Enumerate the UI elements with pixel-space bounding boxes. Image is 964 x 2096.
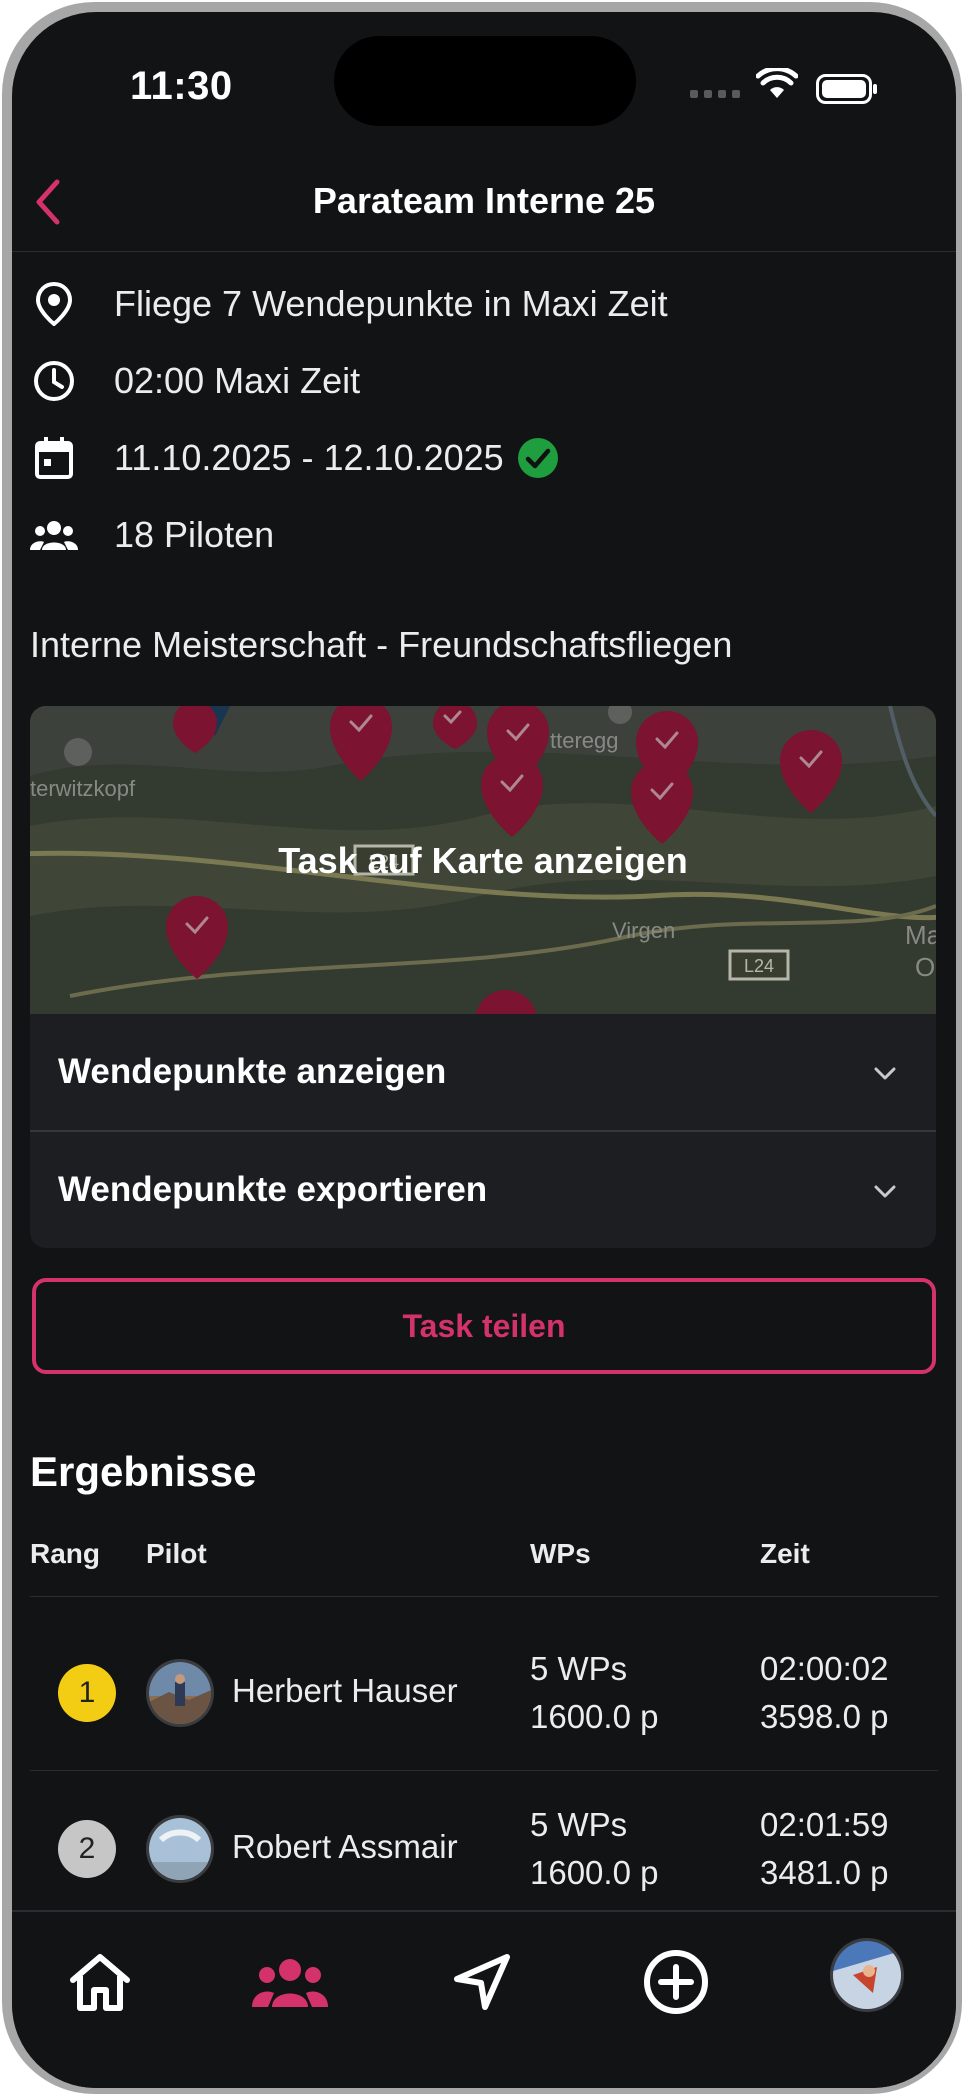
column-header-time: Zeit (760, 1538, 810, 1569)
column-header-rank: Rang (30, 1538, 100, 1569)
tab-groups[interactable] (250, 1942, 330, 2022)
rank-badge: 2 (58, 1820, 116, 1878)
pilot-name: Herbert Hauser (232, 1672, 458, 1709)
waypoints-points: 1600.0 p (530, 1698, 659, 1735)
avatar (146, 1815, 214, 1883)
tab-profile[interactable] (830, 1938, 904, 2012)
flight-time: 02:01:59 (760, 1806, 889, 1843)
rank-badge: 1 (58, 1664, 116, 1722)
tab-bar (12, 1910, 956, 2088)
tab-navigation[interactable] (442, 1942, 522, 2022)
date-range-text: 11.10.2025 - 12.10.2025 (114, 437, 504, 478)
task-card: L24 L24 terwitzkopf Virgen tteregg Ma Os (30, 706, 936, 1248)
flight-time: 02:00:02 (760, 1650, 889, 1687)
divider (30, 1770, 938, 1771)
tab-add[interactable] (636, 1942, 716, 2022)
dynamic-island (334, 36, 636, 126)
pilots-count-text: 18 Piloten (114, 514, 275, 555)
page-title: Parateam Interne 25 (312, 180, 656, 221)
column-header-waypoints: WPs (530, 1538, 591, 1569)
share-task-button[interactable]: Task teilen (32, 1278, 936, 1374)
avatar (146, 1659, 214, 1727)
waypoints-count: 5 WPs (530, 1650, 628, 1687)
clock-icon (30, 357, 78, 405)
tab-home[interactable] (60, 1942, 140, 2022)
profile-avatar (833, 1941, 901, 2009)
device-frame: 11:30 Parateam Interne 25 Fliege 7 Wende… (2, 2, 962, 2094)
add-circle-icon (644, 1950, 708, 2014)
column-header-pilot: Pilot (146, 1538, 207, 1569)
cellular-signal-icon (690, 90, 740, 98)
check-circle-icon (517, 438, 558, 478)
results-title: Ergebnisse (30, 1448, 257, 1495)
chevron-down-icon (874, 1185, 896, 1198)
calendar-icon (30, 434, 78, 482)
divider (30, 1596, 938, 1597)
wifi-icon (756, 68, 798, 98)
show-task-on-map-label: Task auf Karte anzeigen (278, 840, 688, 881)
navigation-bar: Parateam Interne 25 (12, 152, 956, 252)
task-map-preview[interactable]: L24 L24 terwitzkopf Virgen tteregg Ma Os (30, 706, 936, 1014)
group-icon (252, 1959, 328, 2007)
location-pin-icon (30, 280, 78, 328)
battery-icon (816, 74, 877, 104)
duration-text: 02:00 Maxi Zeit (114, 360, 361, 401)
waypoints-points: 1600.0 p (530, 1854, 659, 1891)
task-type-text: Fliege 7 Wendepunkte in Maxi Zeit (114, 283, 668, 324)
app-screen: 11:30 Parateam Interne 25 Fliege 7 Wende… (12, 12, 956, 2088)
pilots-row: 18 Piloten (30, 505, 274, 565)
waypoints-count: 5 WPs (530, 1806, 628, 1843)
time-points: 3481.0 p (760, 1854, 889, 1891)
date-row: 11.10.2025 - 12.10.2025 (30, 428, 558, 488)
export-waypoints-label: Wendepunkte exportieren (58, 1170, 488, 1209)
pilot-name: Robert Assmair (232, 1828, 458, 1865)
export-waypoints-accordion[interactable]: Wendepunkte exportieren (30, 1132, 936, 1248)
show-waypoints-label: Wendepunkte anzeigen (58, 1052, 447, 1091)
chevron-down-icon (874, 1067, 896, 1080)
group-icon (30, 511, 78, 559)
home-icon (70, 1954, 130, 2011)
navigation-icon (454, 1954, 510, 2010)
show-waypoints-accordion[interactable]: Wendepunkte anzeigen (30, 1014, 936, 1130)
duration-row: 02:00 Maxi Zeit (30, 351, 360, 411)
status-time: 11:30 (130, 64, 233, 108)
task-type-row: Fliege 7 Wendepunkte in Maxi Zeit (30, 274, 668, 334)
time-points: 3598.0 p (760, 1698, 889, 1735)
competition-description: Interne Meisterschaft - Freundschaftsfli… (30, 624, 733, 665)
